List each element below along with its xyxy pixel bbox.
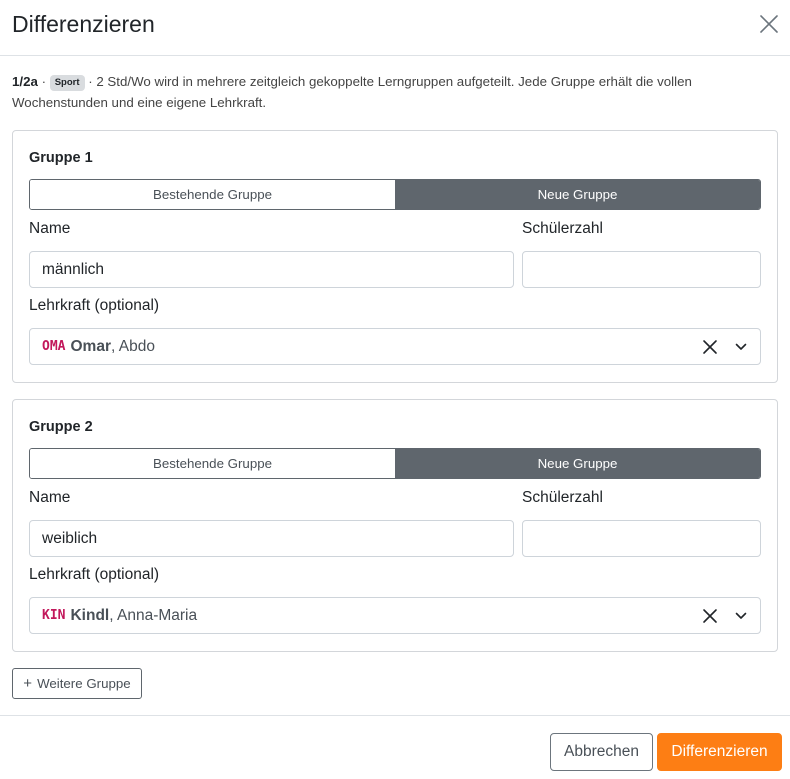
plus-icon: +: [23, 675, 33, 692]
add-group-label: Weitere Gruppe: [37, 676, 131, 691]
student-count-label: Schülerzahl: [522, 220, 603, 237]
teacher-last-name: Kindl: [70, 606, 110, 624]
mode-new-button[interactable]: Neue Gruppe: [395, 180, 760, 209]
teacher-label: Lehrkraft (optional): [29, 297, 160, 314]
cancel-button[interactable]: Abbrechen: [550, 733, 653, 771]
chevron-down-icon[interactable]: [735, 611, 747, 621]
mode-existing-button[interactable]: Bestehende Gruppe: [30, 180, 395, 209]
group-card-2: Gruppe 2 Bestehende Gruppe Neue Gruppe N…: [12, 399, 778, 652]
group-title: Gruppe 2: [29, 419, 93, 435]
group-title: Gruppe 1: [29, 150, 93, 166]
name-label: Name: [29, 489, 71, 506]
teacher-last-name: Omar: [70, 337, 111, 355]
info-line-1: · 2 Std/Wo wird in mehrere zeitgleich ge…: [84, 74, 692, 89]
dialog-footer: Abbrechen Differenzieren: [0, 715, 790, 779]
mode-existing-button[interactable]: Bestehende Gruppe: [30, 449, 395, 478]
clear-icon[interactable]: [702, 339, 718, 355]
teacher-abbreviation: KIN: [42, 608, 66, 623]
clear-icon[interactable]: [702, 608, 718, 624]
subject-badge: Sport: [49, 75, 85, 91]
student-count-input[interactable]: [522, 520, 761, 557]
teacher-first-name: , Abdo: [110, 337, 155, 355]
group-card-1: Gruppe 1 Bestehende Gruppe Neue Gruppe N…: [12, 130, 778, 383]
differentiate-button[interactable]: Differenzieren: [657, 733, 782, 771]
name-label: Name: [29, 220, 71, 237]
teacher-select[interactable]: OMA Omar , Abdo: [29, 328, 761, 365]
dialog-title: Differenzieren: [12, 11, 155, 37]
chevron-down-icon[interactable]: [735, 342, 747, 352]
mode-new-button[interactable]: Neue Gruppe: [395, 449, 760, 478]
name-input[interactable]: [29, 251, 514, 288]
teacher-first-name: , Anna-Maria: [109, 606, 198, 624]
name-input[interactable]: [29, 520, 514, 557]
teacher-select[interactable]: KIN Kindl , Anna-Maria: [29, 597, 761, 634]
add-group-button[interactable]: + Weitere Gruppe: [12, 668, 142, 699]
group-mode-toggle: Bestehende Gruppe Neue Gruppe: [29, 448, 761, 479]
dialog-header: Differenzieren: [0, 0, 790, 56]
info-line-2: Wochenstunden und eine eigene Lehrkraft.: [12, 95, 267, 110]
info-separator: ·: [37, 74, 50, 89]
teacher-abbreviation: OMA: [42, 339, 66, 354]
group-mode-toggle: Bestehende Gruppe Neue Gruppe: [29, 179, 761, 210]
student-count-input[interactable]: [522, 251, 761, 288]
class-name: 1/2a: [12, 74, 38, 89]
info-text: 1/2a · Sport · 2 Std/Wo wird in mehrere …: [12, 71, 772, 113]
student-count-label: Schülerzahl: [522, 489, 603, 506]
close-icon[interactable]: [758, 13, 780, 35]
teacher-label: Lehrkraft (optional): [29, 566, 160, 583]
